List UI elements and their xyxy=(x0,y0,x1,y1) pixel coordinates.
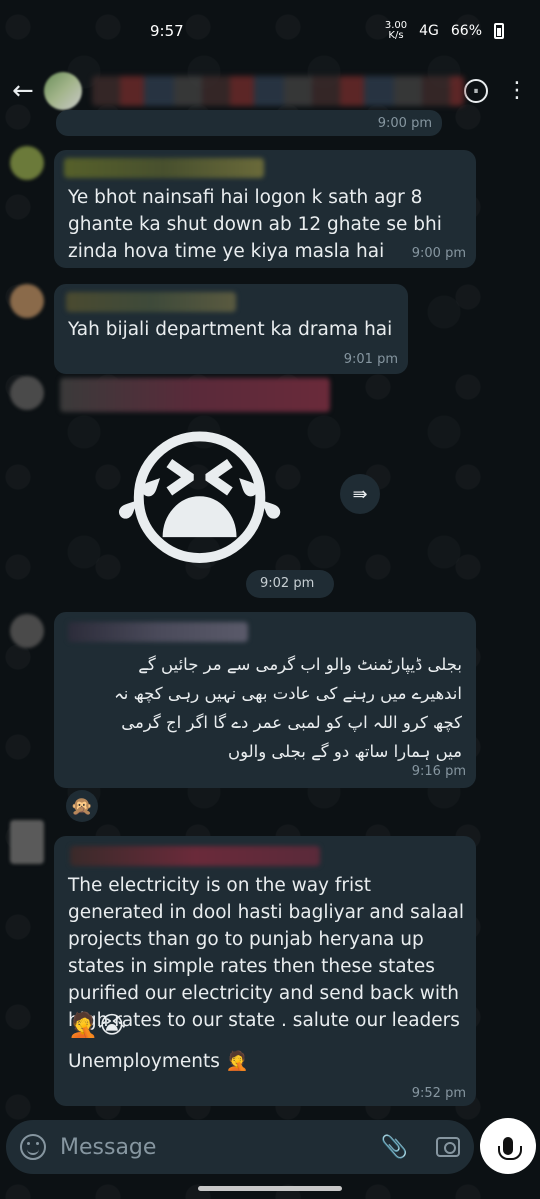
message-time: 9:01 pm xyxy=(343,352,398,367)
message-bubble[interactable]: Yah bijali department ka drama hai 9:01 … xyxy=(54,284,408,374)
group-name[interactable] xyxy=(92,76,464,106)
message-bubble[interactable]: 9:00 pm xyxy=(56,110,442,136)
microphone-icon xyxy=(498,1137,522,1160)
sender-avatar[interactable] xyxy=(10,820,44,864)
message-time: 9:02 pm xyxy=(260,576,315,591)
sender-avatar[interactable] xyxy=(10,284,44,318)
urdu-message-text: بجلی ڈیپارٹمنٹ والو اب گرمی سے مر جائیں … xyxy=(114,655,462,761)
sender-name xyxy=(64,158,264,178)
message-time: 9:16 pm xyxy=(411,764,466,779)
signal-indicator: 4G xyxy=(419,23,439,39)
chat-messages: 9:00 pm Ye bhot nainsafi hai logon k sat… xyxy=(0,110,540,1120)
sender-name xyxy=(68,622,248,642)
emoji-icon[interactable] xyxy=(20,1134,46,1160)
attach-icon[interactable]: 📎 xyxy=(381,1135,408,1160)
message-time: 9:00 pm xyxy=(377,116,432,131)
timestamp-chip: 9:02 pm xyxy=(246,570,334,598)
message-time: 9:52 pm xyxy=(411,1086,466,1101)
message-time: 9:00 pm xyxy=(411,246,466,261)
battery-percent: 66% xyxy=(450,23,482,39)
more-options-icon[interactable]: ⋮ xyxy=(506,80,528,102)
message-emojis: 🤦😭 xyxy=(68,1011,126,1039)
back-arrow-icon[interactable]: ← xyxy=(12,76,42,106)
home-indicator[interactable] xyxy=(198,1186,342,1191)
message-bubble[interactable]: Ye bhot nainsafi hai logon k sath agr 8 … xyxy=(54,150,476,268)
crying-face-emoji[interactable]: 😭 xyxy=(112,426,287,576)
call-icon[interactable]: ⏸ xyxy=(464,79,488,103)
message-input[interactable] xyxy=(60,1134,371,1160)
reaction-badge[interactable]: 🙊 xyxy=(66,790,98,822)
status-time: 9:57 xyxy=(150,22,184,40)
status-bar: 9:57 3.00 K/s 4G 66% xyxy=(0,0,540,62)
status-left: 9:57 xyxy=(150,22,184,40)
message-text: Yah bijali department ka drama hai xyxy=(68,319,393,340)
group-avatar[interactable] xyxy=(44,72,82,110)
sender-name xyxy=(66,292,236,312)
header-actions: ⏸ ⋮ xyxy=(464,79,528,103)
sender-avatar[interactable] xyxy=(10,146,44,180)
network-speed: 3.00 K/s xyxy=(384,20,408,41)
sender-name xyxy=(60,378,330,412)
message-text-line: Unemployments 🤦 xyxy=(68,1051,249,1072)
message-bubble[interactable]: بجلی ڈیپارٹمنٹ والو اب گرمی سے مر جائیں … xyxy=(54,612,476,788)
sender-name xyxy=(70,846,320,866)
message-bubble[interactable]: The electricity is on the way frist gene… xyxy=(54,836,476,1106)
sender-avatar[interactable] xyxy=(10,614,44,648)
message-text: Ye bhot nainsafi hai logon k sath agr 8 … xyxy=(68,187,442,262)
battery-icon xyxy=(494,23,504,39)
camera-icon[interactable] xyxy=(436,1137,460,1157)
sender-avatar[interactable] xyxy=(10,376,44,410)
compose-bar: 📎 xyxy=(6,1120,474,1174)
mic-button[interactable] xyxy=(480,1118,536,1174)
status-right: 3.00 K/s 4G 66% xyxy=(385,21,504,41)
forward-icon[interactable]: ⇛ xyxy=(340,474,380,514)
